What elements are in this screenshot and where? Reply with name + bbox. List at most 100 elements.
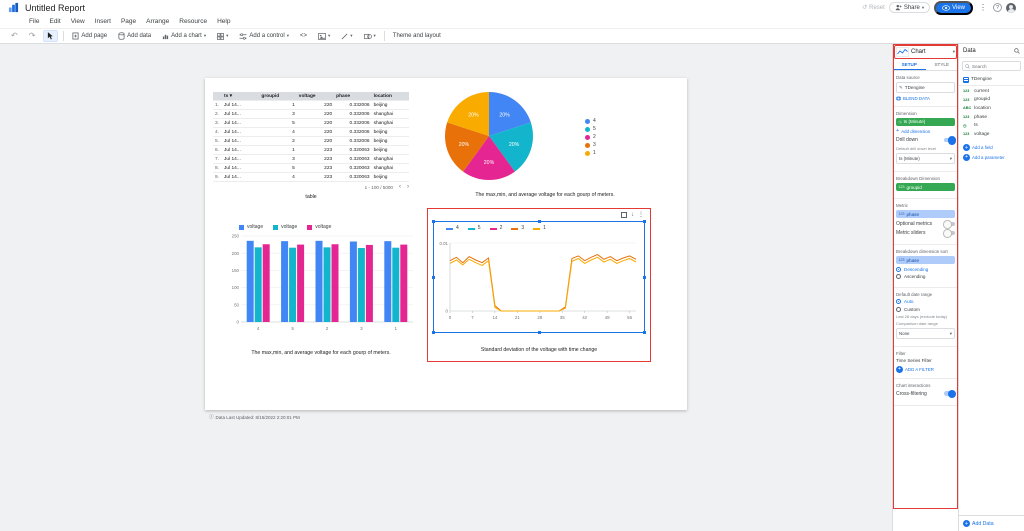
line-legend-item[interactable]: 1: [533, 225, 546, 231]
help-icon[interactable]: ?: [993, 3, 1002, 12]
pie-chart[interactable]: 20%20%20%20%20% 45231 The max,min, and a…: [437, 88, 653, 198]
avatar[interactable]: [1006, 3, 1016, 13]
bar-legend-item[interactable]: voltage: [273, 224, 297, 230]
data-table: ts ▾groupidvoltagephaselocation 1.Jul 14…: [213, 92, 409, 182]
menu-view[interactable]: View: [70, 18, 86, 25]
add-field-button[interactable]: + Add a field: [963, 144, 1020, 151]
field-location[interactable]: ABClocation: [959, 104, 1024, 113]
select-tool[interactable]: [43, 30, 58, 42]
metric-sliders-toggle[interactable]: [944, 231, 955, 236]
next-page-icon[interactable]: ›: [407, 184, 409, 190]
resize-handle[interactable]: [538, 331, 541, 334]
chart-more-icon[interactable]: ⋮: [638, 211, 644, 218]
add-image-button[interactable]: ▾: [315, 32, 333, 41]
share-button[interactable]: Share ▾: [889, 2, 930, 13]
resize-handle[interactable]: [538, 220, 541, 223]
menu-insert[interactable]: Insert: [94, 18, 112, 25]
field-ts[interactable]: ◷ts: [959, 121, 1024, 130]
pie-legend-item[interactable]: 4: [585, 118, 596, 124]
resize-handle[interactable]: [643, 220, 646, 223]
menu-edit[interactable]: Edit: [48, 18, 61, 25]
comparison-date-select[interactable]: None ▾: [896, 328, 955, 339]
breakdown-dimension-chip[interactable]: 123 groupid: [896, 183, 955, 191]
add-shape-button[interactable]: ▾: [361, 32, 379, 41]
more-options-icon[interactable]: ⋮: [977, 4, 989, 12]
resize-handle[interactable]: [432, 331, 435, 334]
field-phase[interactable]: 123phase: [959, 113, 1024, 122]
optional-metrics-toggle[interactable]: [944, 222, 955, 227]
menu-help[interactable]: Help: [216, 18, 231, 25]
view-button[interactable]: View: [934, 1, 973, 15]
resize-handle[interactable]: [643, 331, 646, 334]
column-header-phase[interactable]: phase: [334, 92, 371, 101]
redo-button[interactable]: ↷: [26, 31, 39, 41]
date-auto-radio[interactable]: Auto: [896, 299, 955, 304]
data-source-chip[interactable]: ✎ TDengine: [896, 82, 955, 93]
menu-page[interactable]: Page: [120, 18, 137, 25]
prev-page-icon[interactable]: ‹: [399, 184, 401, 190]
column-header-voltage[interactable]: voltage: [297, 92, 334, 101]
chart-type-header[interactable]: Chart ▾: [893, 44, 958, 60]
bar-chart[interactable]: voltagevoltagevoltage 050100150200250452…: [225, 224, 417, 344]
report-page[interactable]: ts ▾groupidvoltagephaselocation 1.Jul 14…: [205, 78, 687, 410]
embed-button[interactable]: <>: [297, 32, 310, 40]
default-drill-select[interactable]: ts (Minute) ▾: [896, 153, 955, 164]
cross-filtering-toggle[interactable]: [944, 391, 955, 396]
line-legend-item[interactable]: 2: [490, 225, 503, 231]
reset-button[interactable]: ↺ Reset: [862, 4, 885, 11]
add-parameter-button[interactable]: + Add a parameter: [963, 154, 1020, 161]
add-dimension-button[interactable]: + Add dimension: [896, 128, 955, 134]
community-visualizations-button[interactable]: ▾: [214, 32, 231, 41]
add-filter-button[interactable]: + ADD A FILTER: [896, 366, 955, 373]
menu-arrange[interactable]: Arrange: [145, 18, 170, 25]
line-legend-item[interactable]: 5: [468, 225, 481, 231]
metric-chip[interactable]: 123 phase: [896, 210, 955, 218]
report-title[interactable]: Untitled Report: [25, 3, 85, 13]
add-data-button[interactable]: Add data: [115, 31, 154, 41]
data-source-row[interactable]: TDengine: [959, 74, 1024, 86]
tab-style[interactable]: STYLE: [926, 60, 959, 70]
line-legend-item[interactable]: 4: [446, 225, 459, 231]
column-header-groupid[interactable]: groupid: [259, 92, 296, 101]
sort-ascending-radio[interactable]: Ascending: [896, 274, 955, 279]
menu-resource[interactable]: Resource: [178, 18, 208, 25]
bar-legend-item[interactable]: voltage: [307, 224, 331, 230]
tab-setup[interactable]: SETUP: [893, 60, 926, 70]
pie-legend-item[interactable]: 5: [585, 126, 596, 132]
add-line-button[interactable]: ▾: [338, 32, 355, 41]
undo-button[interactable]: ↶: [8, 31, 21, 41]
fullscreen-icon[interactable]: [621, 212, 627, 218]
field-search[interactable]: [962, 61, 1021, 71]
search-icon[interactable]: [1014, 48, 1020, 54]
resize-handle[interactable]: [432, 220, 435, 223]
line-legend-item[interactable]: 3: [511, 225, 524, 231]
field-current[interactable]: 123current: [959, 87, 1024, 96]
report-canvas[interactable]: ts ▾groupidvoltagephaselocation 1.Jul 14…: [0, 44, 892, 531]
download-icon[interactable]: ↓: [631, 212, 634, 218]
sort-field-chip[interactable]: 123 phase: [896, 256, 955, 264]
drill-down-toggle[interactable]: [944, 138, 955, 143]
pie-legend-item[interactable]: 1: [585, 150, 596, 156]
search-input[interactable]: [972, 64, 1012, 69]
menu-file[interactable]: File: [28, 18, 40, 25]
add-chart-button[interactable]: Add a chart ▾: [159, 32, 209, 41]
pie-legend-item[interactable]: 3: [585, 142, 596, 148]
field-voltage[interactable]: 123voltage: [959, 130, 1024, 139]
chevron-down-icon: ▾: [328, 33, 330, 39]
sort-descending-radio[interactable]: Descending: [896, 267, 955, 272]
add-page-button[interactable]: Add page: [69, 31, 110, 41]
field-groupid[interactable]: 123groupid: [959, 96, 1024, 105]
data-studio-logo[interactable]: [8, 2, 19, 13]
column-header-ts[interactable]: ts ▾: [222, 92, 259, 101]
line-chart[interactable]: 45231 0.0100714212835424956: [433, 221, 645, 333]
add-control-button[interactable]: Add a control ▾: [236, 32, 292, 41]
pie-legend-item[interactable]: 2: [585, 134, 596, 140]
blend-data-button[interactable]: BLEND DATA: [896, 96, 955, 101]
date-custom-radio[interactable]: Custom: [896, 307, 955, 312]
table-chart[interactable]: ts ▾groupidvoltagephaselocation 1.Jul 14…: [213, 92, 409, 200]
bar-legend-item[interactable]: voltage: [239, 224, 263, 230]
column-header-location[interactable]: location: [372, 92, 409, 101]
dimension-chip[interactable]: ◷ ts (Minute): [896, 118, 955, 126]
add-data-bottom-button[interactable]: + Add Data: [959, 515, 1024, 531]
theme-layout-button[interactable]: Theme and layout: [390, 32, 444, 40]
